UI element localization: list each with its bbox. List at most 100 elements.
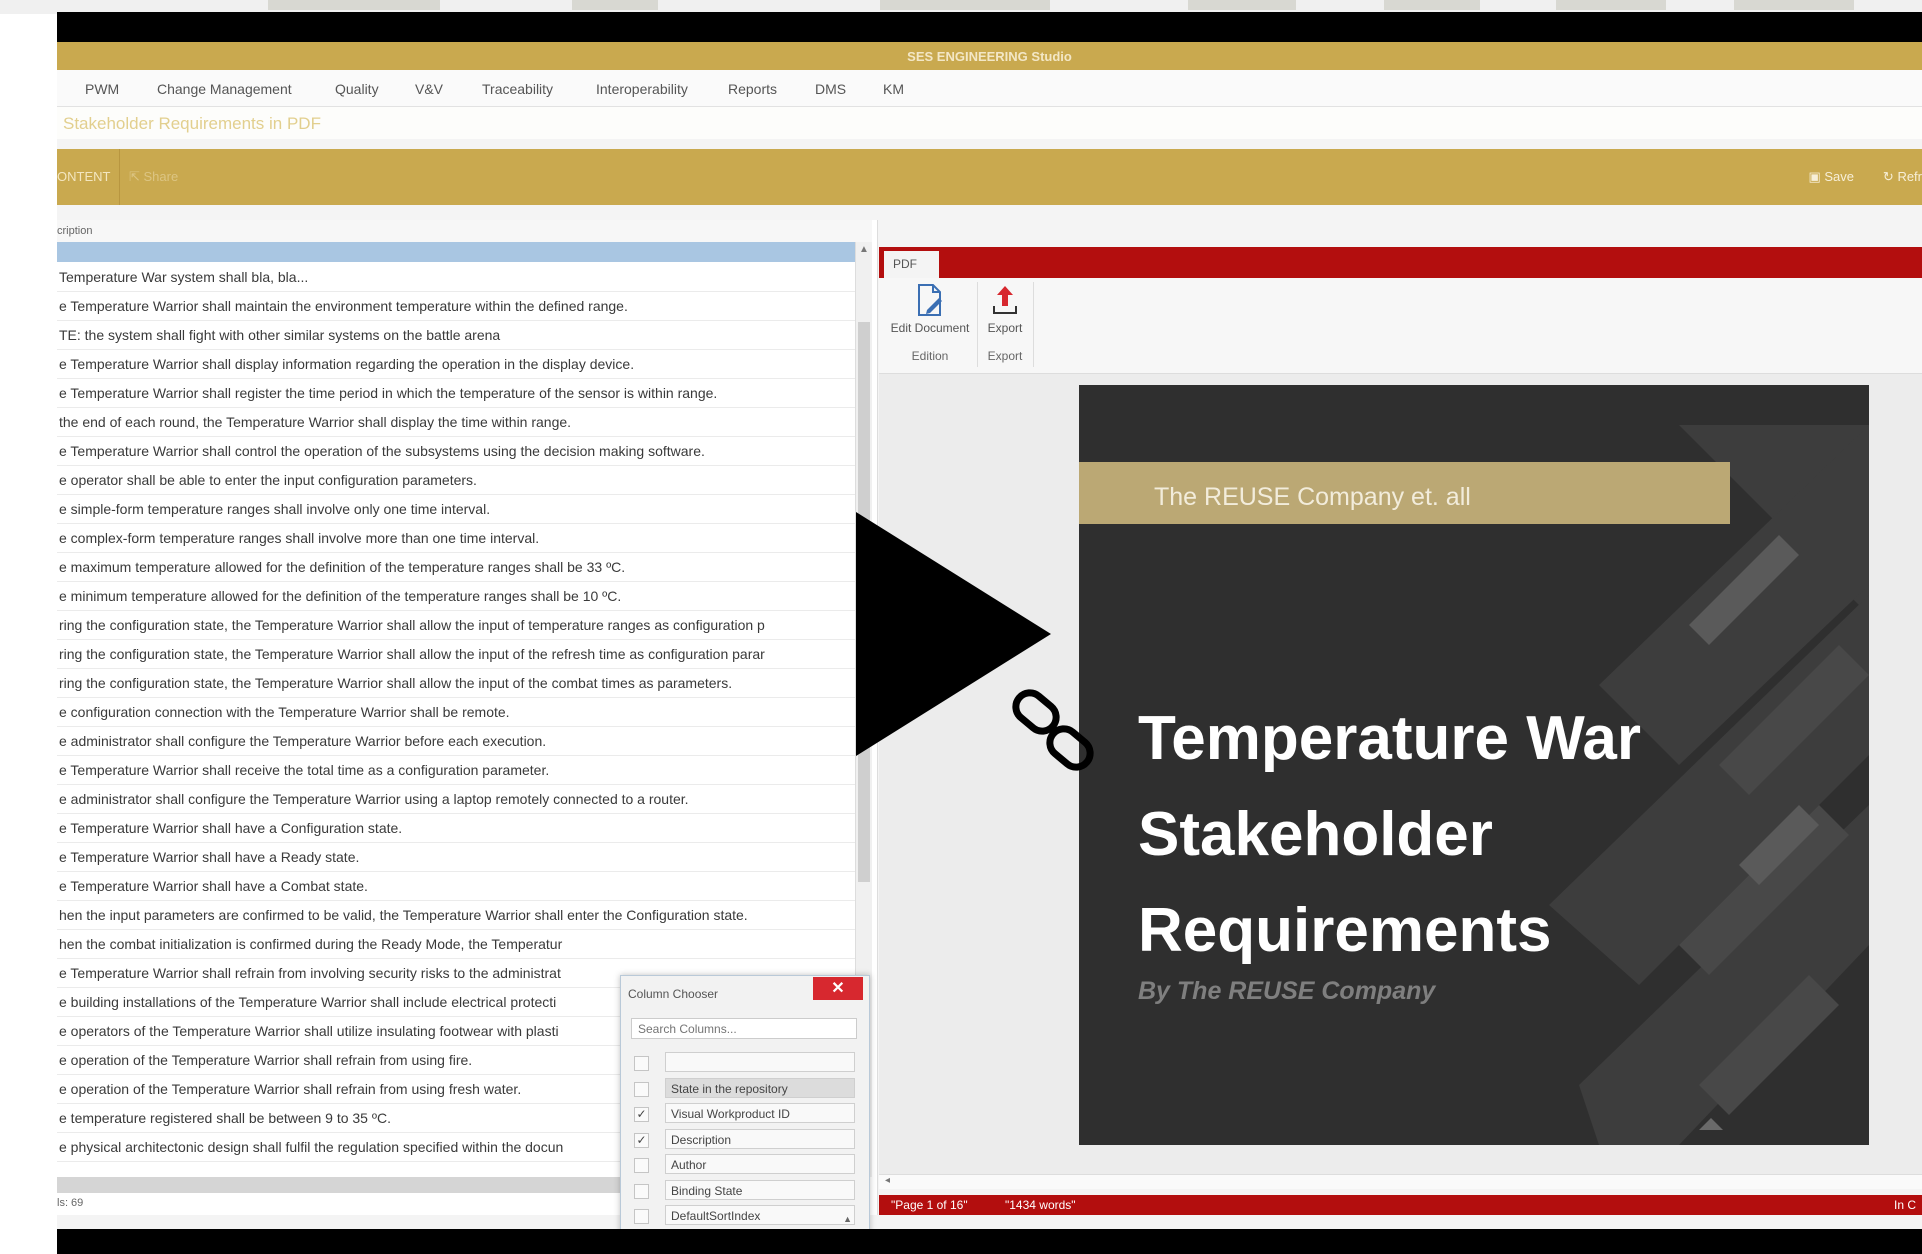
requirement-description: hen the input parameters are confirmed t… — [59, 907, 748, 923]
table-row[interactable]: e configuration connection with the Temp… — [57, 697, 855, 727]
table-row[interactable]: e Temperature Warrior shall display info… — [57, 349, 855, 379]
table-row[interactable]: e Temperature Warrior shall control the … — [57, 436, 855, 466]
column-option[interactable]: DefaultSortIndex ▲ — [631, 1205, 857, 1227]
link-icon — [1012, 689, 1094, 771]
table-row[interactable]: e Temperature Warrior shall have a Comba… — [57, 871, 855, 901]
refresh-button[interactable]: ↻ Refr — [1883, 169, 1922, 185]
share-button[interactable]: ⇱ Share — [129, 169, 178, 185]
save-icon: ▣ — [1808, 169, 1825, 184]
requirement-description: e maximum temperature allowed for the de… — [59, 559, 626, 575]
table-row[interactable]: e Temperature Warrior shall register the… — [57, 378, 855, 408]
table-row[interactable]: e Temperature Warrior shall receive the … — [57, 755, 855, 785]
cover-title-line-3: Requirements — [1138, 896, 1552, 965]
table-row[interactable]: e Temperature Warrior shall have a Ready… — [57, 842, 855, 872]
requirement-description: TE: the system shall fight with other si… — [59, 327, 501, 343]
column-checkbox[interactable]: ✓ — [634, 1132, 649, 1148]
column-option[interactable]: ✓ Visual Workproduct ID — [631, 1103, 857, 1125]
table-row[interactable]: e maximum temperature allowed for the de… — [57, 552, 855, 582]
menu-bar: PWM Change Management Quality V&V Tracea… — [57, 70, 1922, 107]
table-row[interactable]: ring the configuration state, the Temper… — [57, 610, 855, 640]
pdf-toolbar: Edit Document Export Edition Export — [879, 278, 1922, 374]
table-row[interactable]: e Temperature Warrior shall have a Confi… — [57, 813, 855, 843]
menu-item-pwm[interactable]: PWM — [85, 81, 119, 97]
thumbnail — [1556, 0, 1666, 10]
table-row[interactable]: e administrator shall configure the Temp… — [57, 784, 855, 814]
table-row[interactable]: e administrator shall configure the Temp… — [57, 726, 855, 756]
column-checkbox[interactable] — [634, 1081, 649, 1097]
requirement-description: e administrator shall configure the Temp… — [59, 733, 547, 749]
edit-document-label: Edit Document — [890, 321, 970, 335]
requirement-description: e Temperature Warrior shall maintain the… — [59, 298, 628, 314]
requirement-description: ring the configuration state, the Temper… — [59, 617, 765, 633]
requirement-description: e complex-form temperature ranges shall … — [59, 530, 540, 546]
column-checkbox[interactable] — [634, 1056, 649, 1071]
requirement-description: e operators of the Temperature Warrior s… — [59, 1023, 559, 1039]
column-chooser-dialog: Column Chooser ✕ State in the repository… — [620, 975, 870, 1229]
cover-title-line-2: Stakeholder — [1138, 800, 1493, 869]
column-option[interactable]: State in the repository — [631, 1077, 857, 1100]
requirement-description: e configuration connection with the Temp… — [59, 704, 510, 720]
cover-byline: By The REUSE Company — [1138, 977, 1436, 1005]
table-row[interactable]: hen the input parameters are confirmed t… — [57, 900, 855, 930]
pdf-viewport[interactable]: The REUSE Company et. all Temperature Wa… — [879, 374, 1922, 1174]
menu-item-change-management[interactable]: Change Management — [157, 81, 292, 97]
export-upload-icon — [993, 286, 1017, 314]
save-button[interactable]: ▣ Save — [1808, 169, 1854, 185]
export-button[interactable]: Export — [981, 282, 1029, 335]
edit-document-button[interactable]: Edit Document — [885, 282, 975, 335]
column-option-label: Visual Workproduct ID — [665, 1103, 855, 1123]
column-option[interactable]: Binding State — [631, 1179, 857, 1202]
scroll-left-icon[interactable]: ◂ — [885, 1175, 890, 1186]
grid-selected-row[interactable] — [57, 242, 855, 262]
column-option[interactable] — [631, 1052, 857, 1074]
menu-item-km[interactable]: KM — [883, 81, 904, 97]
menu-item-reports[interactable]: Reports — [728, 81, 777, 97]
tab-pdf[interactable]: PDF — [884, 251, 939, 278]
column-option-label: DefaultSortIndex ▲ — [665, 1205, 855, 1225]
column-option[interactable]: Author — [631, 1154, 857, 1176]
toolbar-separator — [977, 282, 978, 367]
column-option-label — [665, 1052, 855, 1072]
menu-item-traceability[interactable]: Traceability — [482, 81, 553, 97]
column-checkbox[interactable]: ✓ — [634, 1107, 649, 1122]
table-row[interactable]: hen the combat initialization is confirm… — [57, 929, 855, 959]
table-row[interactable]: e complex-form temperature ranges shall … — [57, 523, 855, 553]
table-row[interactable]: e operator shall be able to enter the in… — [57, 465, 855, 495]
table-row[interactable]: the end of each round, the Temperature W… — [57, 407, 855, 437]
requirement-description: e Temperature Warrior shall refrain from… — [59, 965, 561, 981]
column-chooser-title: Column Chooser — [628, 987, 719, 1001]
menu-item-quality[interactable]: Quality — [335, 81, 379, 97]
menu-item-interoperability[interactable]: Interoperability — [596, 81, 688, 97]
requirement-description: e Temperature Warrior shall register the… — [59, 385, 718, 401]
menu-item-vv[interactable]: V&V — [415, 81, 443, 97]
requirement-description: e minimum temperature allowed for the de… — [59, 588, 622, 604]
column-header-description[interactable]: cription — [57, 225, 92, 237]
search-columns-input[interactable] — [631, 1018, 857, 1039]
menu-item-dms[interactable]: DMS — [815, 81, 846, 97]
scroll-up-icon[interactable]: ▲ — [843, 1209, 852, 1224]
column-checkbox[interactable] — [634, 1158, 649, 1173]
table-row[interactable]: ring the configuration state, the Temper… — [57, 668, 855, 698]
table-row[interactable]: e Temperature Warrior shall maintain the… — [57, 291, 855, 321]
column-checkbox[interactable] — [634, 1183, 649, 1199]
requirement-description: e temperature registered shall be betwee… — [59, 1110, 391, 1126]
ribbon-tab-content[interactable]: ONTENT — [57, 149, 120, 205]
requirement-description: e operator shall be able to enter the in… — [59, 472, 477, 488]
requirement-description: Temperature War system shall bla, bla... — [59, 269, 309, 285]
page-header: Stakeholder Requirements in PDF — [57, 107, 1922, 139]
ribbon: ONTENT ⇱ Share ▣ Save ↻ Refr — [57, 149, 1922, 205]
table-row[interactable]: e minimum temperature allowed for the de… — [57, 581, 855, 611]
column-checkbox[interactable] — [634, 1209, 649, 1224]
close-button[interactable]: ✕ — [813, 977, 863, 1000]
scroll-up-icon[interactable]: ▲ — [856, 242, 872, 258]
pdf-horizontal-scrollbar[interactable]: ◂ — [879, 1174, 1922, 1189]
column-option-label: Binding State — [665, 1179, 855, 1200]
table-row[interactable]: e simple-form temperature ranges shall i… — [57, 494, 855, 524]
group-label-export: Export — [987, 349, 1023, 363]
table-row[interactable]: Temperature War system shall bla, bla... — [57, 262, 855, 292]
cover-band-text: The REUSE Company et. all — [1154, 483, 1471, 511]
table-row[interactable]: TE: the system shall fight with other si… — [57, 320, 855, 350]
table-row[interactable]: ring the configuration state, the Temper… — [57, 639, 855, 669]
column-option[interactable]: ✓ Description — [631, 1128, 857, 1151]
requirement-description: hen the combat initialization is confirm… — [59, 936, 563, 952]
